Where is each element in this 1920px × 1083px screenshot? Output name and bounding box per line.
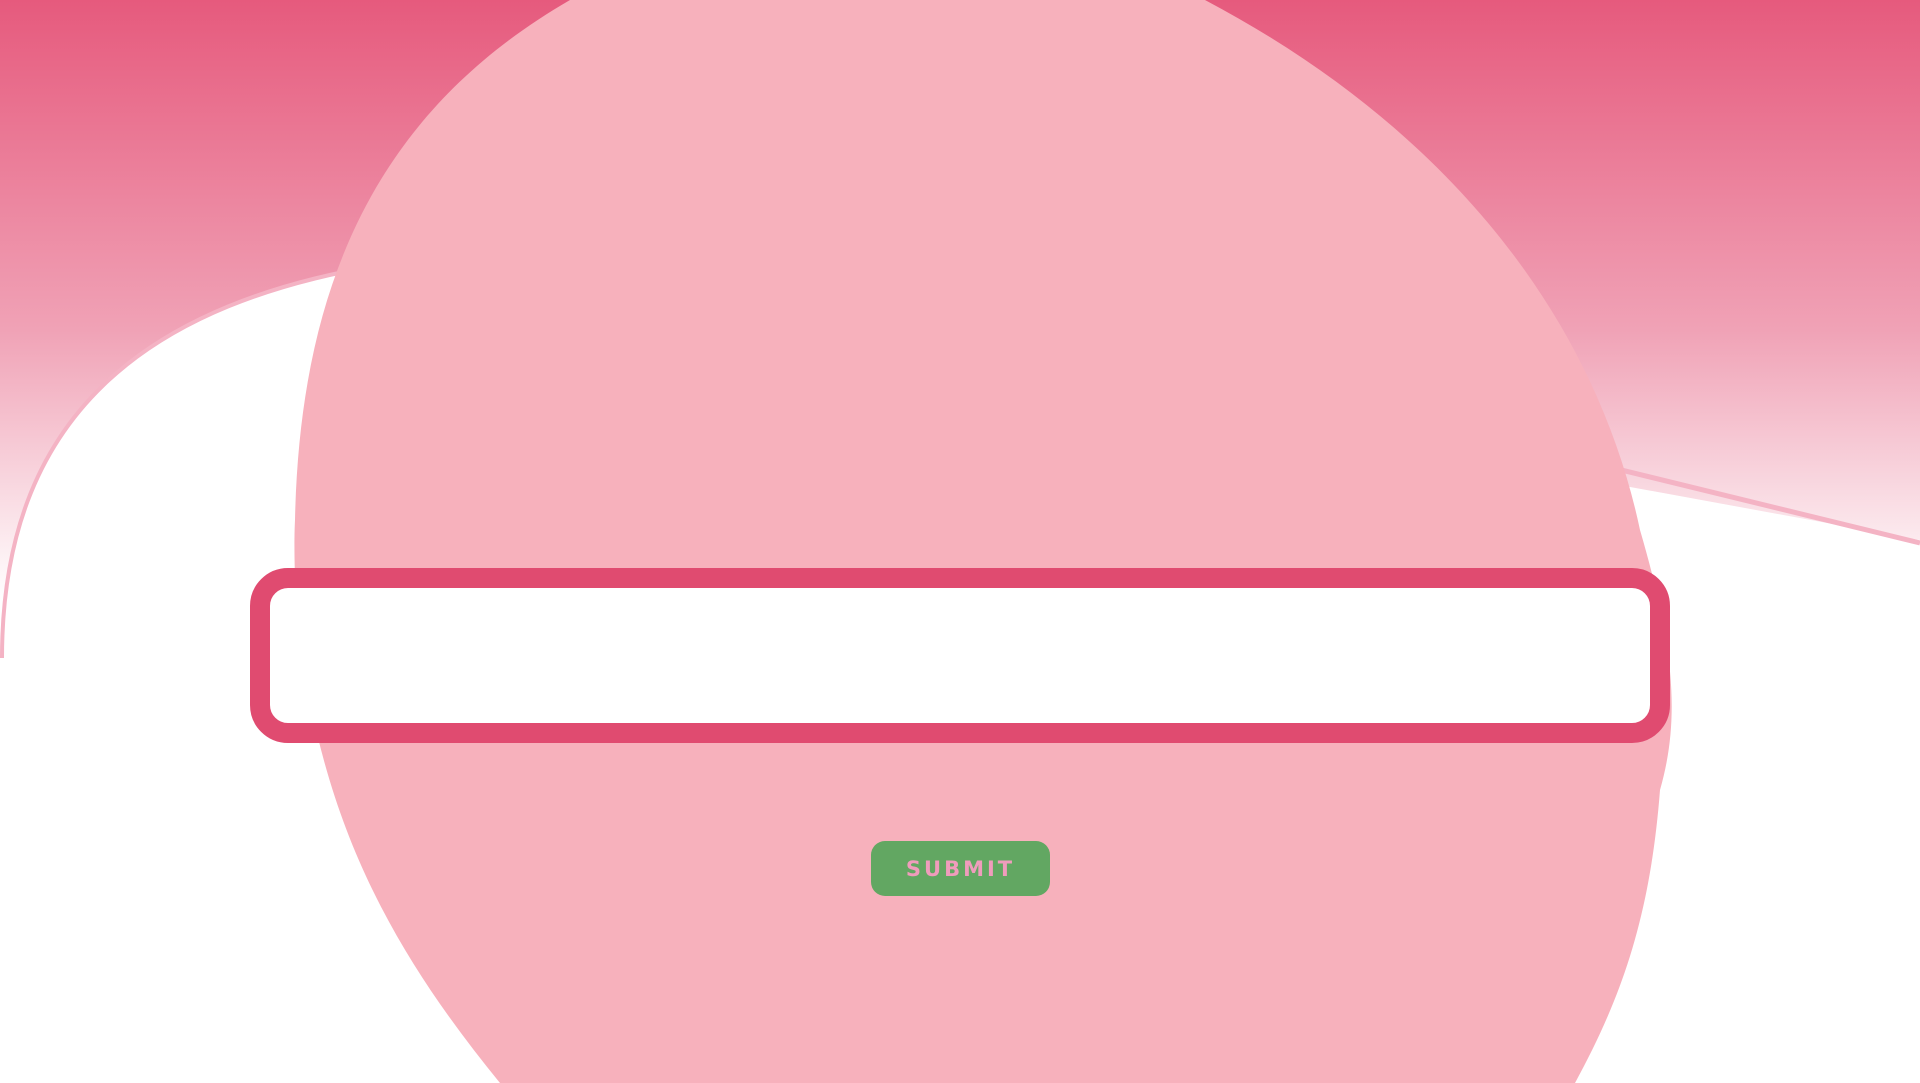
- submit-button[interactable]: SUBMIT: [871, 841, 1050, 896]
- page-canvas: SUBMIT: [0, 0, 1920, 1083]
- answer-input[interactable]: [270, 588, 1650, 723]
- answer-input-frame: [250, 568, 1670, 743]
- background-decoration: [0, 0, 1920, 1083]
